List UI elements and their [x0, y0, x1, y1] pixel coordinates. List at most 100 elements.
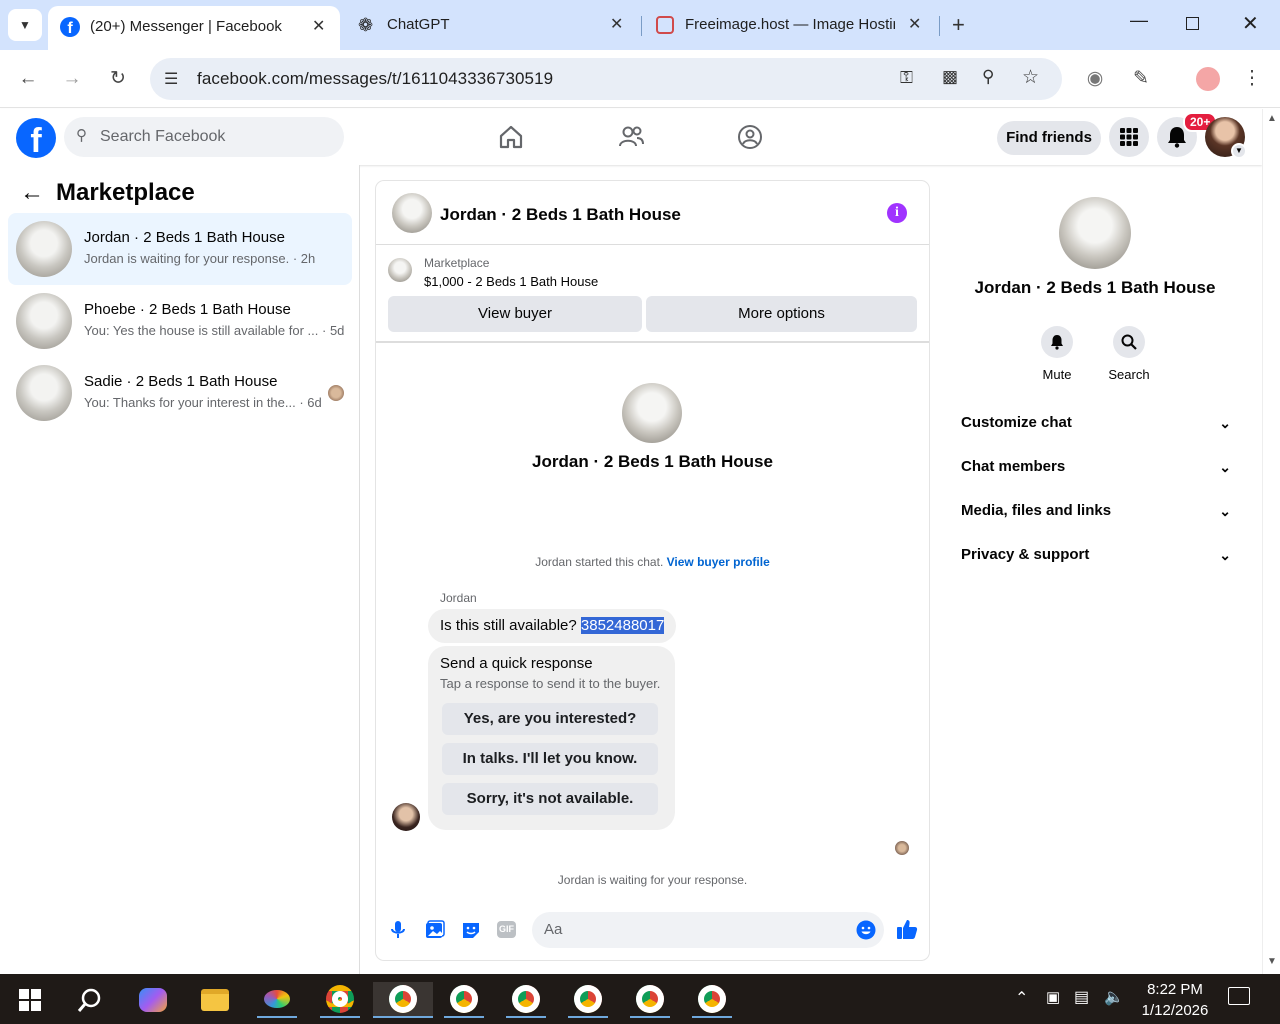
sender-name: Jordan: [440, 591, 477, 605]
chat-header: Jordan · 2 Beds 1 Bath House i: [376, 181, 929, 245]
groups-icon[interactable]: [734, 121, 766, 153]
extensions-puzzle-icon[interactable]: ✎: [1127, 65, 1155, 93]
globe-extension-icon[interactable]: ◉: [1081, 65, 1109, 93]
facebook-logo-icon[interactable]: f: [16, 118, 56, 160]
chevron-down-icon: ⌄: [1219, 415, 1231, 431]
customize-chat-section[interactable]: Customize chat ⌄: [961, 403, 1231, 443]
chevron-down-icon: ⌄: [1219, 459, 1231, 475]
chat-header-title[interactable]: Jordan · 2 Beds 1 Bath House: [440, 205, 681, 225]
page-scrollbar[interactable]: ▲ ▼: [1262, 109, 1280, 974]
view-buyer-profile-link[interactable]: View buyer profile: [667, 555, 770, 569]
quick-response-in-talks-button[interactable]: In talks. I'll let you know.: [442, 743, 658, 775]
media-files-links-section[interactable]: Media, files and links ⌄: [961, 491, 1231, 531]
taskbar-search-icon[interactable]: [70, 982, 110, 1018]
composer-bar: GIF Aa: [376, 910, 929, 950]
new-tab-plus-icon[interactable]: +: [952, 12, 965, 38]
chrome-profile-taskbar-icon[interactable]: [630, 982, 670, 1018]
paint-app-icon[interactable]: [257, 982, 297, 1018]
conversation-item-jordan[interactable]: Jordan · 2 Beds 1 Bath House Jordan is w…: [8, 213, 352, 285]
close-icon[interactable]: ✕: [610, 14, 623, 34]
listing-thumbnail[interactable]: [388, 258, 412, 282]
message-bubble[interactable]: Is this still available? 3852488017: [428, 609, 677, 643]
menu-grid-button[interactable]: [1109, 117, 1149, 157]
account-chevron-icon[interactable]: ▼: [1231, 143, 1247, 159]
network-icon[interactable]: ▤: [1074, 987, 1089, 1007]
chrome-profile-taskbar-icon[interactable]: [692, 982, 732, 1018]
more-options-button[interactable]: More options: [646, 296, 917, 332]
profile-avatar-icon[interactable]: [1196, 67, 1220, 91]
panel-title: Marketplace: [56, 179, 195, 206]
search-label: Search: [1108, 367, 1150, 382]
chrome-taskbar-icon[interactable]: [320, 982, 360, 1018]
emoji-icon[interactable]: [856, 920, 876, 940]
chrome-taskbar-icon-active[interactable]: [373, 982, 433, 1018]
conversation-item-phoebe[interactable]: Phoebe · 2 Beds 1 Bath House You: Yes th…: [8, 285, 352, 357]
close-icon[interactable]: ✕: [908, 14, 921, 34]
chevron-down-icon: ▼: [19, 18, 31, 32]
chat-header-avatar[interactable]: [392, 193, 432, 233]
chrome-profile-taskbar-icon[interactable]: [444, 982, 484, 1018]
bookmark-star-icon[interactable]: ☆: [1022, 66, 1039, 89]
clock[interactable]: 8:22 PM 1/12/2026: [1130, 979, 1220, 1021]
reload-icon[interactable]: ↻: [104, 65, 132, 93]
zoom-icon[interactable]: ⚲: [982, 67, 994, 87]
find-friends-button[interactable]: Find friends: [997, 121, 1101, 155]
chrome-profile-taskbar-icon[interactable]: [568, 982, 608, 1018]
clock-time: 8:22 PM: [1147, 981, 1203, 998]
address-bar[interactable]: ☰ facebook.com/messages/t/16110433367305…: [150, 58, 1062, 100]
file-explorer-icon[interactable]: [195, 982, 235, 1018]
section-label: Privacy & support: [961, 546, 1090, 563]
copilot-icon[interactable]: [133, 982, 173, 1018]
seen-avatar: [328, 385, 344, 401]
sticker-icon[interactable]: [461, 920, 481, 940]
tab-chatgpt[interactable]: ❁ ChatGPT ✕: [348, 6, 638, 44]
home-icon[interactable]: [495, 121, 527, 153]
thumbs-up-icon[interactable]: [896, 918, 918, 940]
chat-panel: Jordan · 2 Beds 1 Bath House i Marketpla…: [376, 181, 929, 960]
minimize-icon[interactable]: —: [1130, 10, 1148, 31]
tab-search-button[interactable]: ▼: [8, 9, 42, 41]
close-icon[interactable]: ✕: [312, 16, 325, 36]
site-info-icon[interactable]: ☰: [164, 69, 178, 89]
chrome-menu-icon[interactable]: ⋮: [1238, 65, 1266, 93]
windows-start-icon[interactable]: [10, 982, 50, 1018]
back-arrow-icon[interactable]: ←: [14, 65, 42, 93]
window-close-icon[interactable]: ✕: [1242, 11, 1259, 36]
privacy-support-section[interactable]: Privacy & support ⌄: [961, 535, 1231, 575]
forward-arrow-icon[interactable]: →: [58, 65, 86, 93]
scroll-up-icon[interactable]: ▲: [1267, 113, 1277, 124]
info-icon[interactable]: i: [887, 203, 907, 223]
quick-response-yes-button[interactable]: Yes, are you interested?: [442, 703, 658, 735]
camera-tray-icon[interactable]: ▣: [1046, 988, 1060, 1006]
back-arrow-icon[interactable]: ←: [20, 179, 44, 207]
mute-button[interactable]: Mute: [1037, 326, 1077, 386]
listing-price[interactable]: $1,000 - 2 Beds 1 Bath House: [424, 274, 598, 289]
show-hidden-icons-chevron-icon[interactable]: ⌃: [1015, 988, 1028, 1008]
tab-messenger[interactable]: f (20+) Messenger | Facebook ✕: [48, 6, 340, 50]
friends-icon[interactable]: [615, 121, 647, 153]
tab-freeimage[interactable]: Freeimage.host — Image Hostin ✕: [646, 6, 936, 44]
gif-icon[interactable]: GIF: [497, 921, 516, 938]
conversation-name: Jordan · 2 Beds 1 Bath House: [84, 229, 285, 246]
section-label: Chat members: [961, 458, 1066, 475]
photo-icon[interactable]: [425, 920, 445, 940]
scroll-down-icon[interactable]: ▼: [1267, 956, 1277, 967]
buyer-avatar[interactable]: [392, 803, 420, 831]
microphone-icon[interactable]: [390, 920, 406, 940]
conversation-item-sadie[interactable]: Sadie · 2 Beds 1 Bath House You: Thanks …: [8, 357, 352, 429]
conversation-name: Sadie · 2 Beds 1 Bath House: [84, 373, 278, 390]
chat-members-section[interactable]: Chat members ⌄: [961, 447, 1231, 487]
restore-icon[interactable]: [1186, 17, 1199, 30]
url-text[interactable]: facebook.com/messages/t/1611043336730519: [197, 69, 553, 89]
listing-thumbnail: [16, 221, 72, 277]
search-in-chat-button[interactable]: Search: [1108, 326, 1150, 386]
install-app-icon[interactable]: ▩: [942, 67, 958, 87]
chrome-profile-taskbar-icon[interactable]: [506, 982, 546, 1018]
view-buyer-button[interactable]: View buyer: [388, 296, 642, 332]
notification-center-icon[interactable]: [1228, 987, 1250, 1005]
password-key-icon[interactable]: ⚿: [900, 68, 913, 88]
search-facebook-input[interactable]: ⚲ Search Facebook: [64, 117, 344, 157]
volume-icon[interactable]: 🔈: [1104, 987, 1124, 1007]
message-input[interactable]: Aa: [532, 912, 884, 948]
quick-response-not-available-button[interactable]: Sorry, it's not available.: [442, 783, 658, 815]
